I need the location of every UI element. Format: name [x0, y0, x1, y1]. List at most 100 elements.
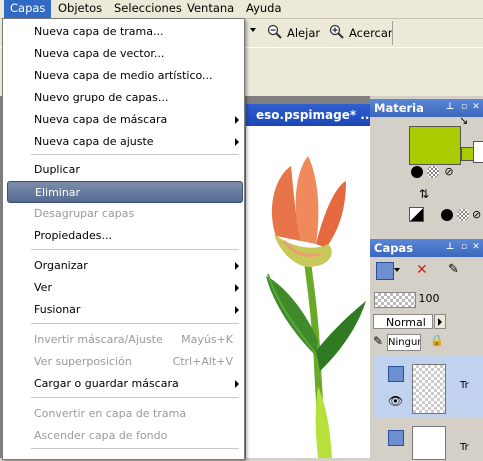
- menu-item-view-overlay: Ver superposición Ctrl+Alt+V: [4, 351, 243, 373]
- menubar-ventana[interactable]: Ventana: [181, 0, 240, 18]
- tulip-image: [266, 156, 366, 459]
- layers-panel-title: Capas ⊥ ▫ ✕: [370, 239, 483, 257]
- new-layer-dropdown-icon[interactable]: [394, 268, 400, 272]
- menu-item-label: Nuevo grupo de capas...: [34, 91, 169, 104]
- layers-float-icon[interactable]: ▫: [459, 242, 469, 253]
- layer-row[interactable]: 👁 Tr: [374, 356, 483, 418]
- document-title[interactable]: eso.pspimage* ...: [246, 104, 380, 126]
- layer-type-icon: [388, 366, 404, 382]
- zoom-in-icon[interactable]: [329, 24, 344, 39]
- menu-item-view[interactable]: Ver: [4, 277, 243, 299]
- image-canvas[interactable]: [246, 126, 370, 459]
- brush-icon: ✎: [373, 334, 384, 348]
- blend-mode-select[interactable]: Normal: [373, 314, 433, 329]
- menu-item-delete[interactable]: Eliminar: [7, 181, 243, 203]
- opacity-preview: [374, 292, 416, 308]
- menu-item-load-save-mask[interactable]: Cargar o guardar máscara: [4, 373, 243, 395]
- new-layer-icon[interactable]: [376, 262, 394, 280]
- layer-type-icon: [388, 430, 404, 446]
- menubar-selecciones[interactable]: Selecciones: [108, 0, 188, 18]
- menubar-objetos[interactable]: Objetos: [52, 0, 108, 18]
- menu-item-label: Invertir máscara/Ajuste: [34, 333, 163, 346]
- zoom-in-button[interactable]: Acercar: [349, 23, 393, 43]
- menu-separator: [31, 448, 239, 449]
- menu-item-label: Nueva capa de vector...: [34, 47, 165, 60]
- gradient-style-icon[interactable]: [427, 166, 439, 178]
- menu-item-label: Desagrupar capas: [34, 207, 135, 220]
- menu-item-label: Propiedades...: [34, 229, 112, 242]
- submenu-arrow-icon: [235, 262, 239, 270]
- layer-name: Tr: [460, 442, 469, 453]
- float-icon[interactable]: ▫: [459, 102, 469, 113]
- menu-item-duplicate[interactable]: Duplicar: [4, 159, 243, 181]
- menubar-ayuda[interactable]: Ayuda: [240, 0, 288, 18]
- menu-item-convert-to-raster: Convertir en capa de trama: [4, 403, 243, 425]
- menu-separator: [31, 154, 239, 155]
- lock-icon[interactable]: 🔒: [430, 334, 444, 348]
- menu-item-label: Organizar: [34, 259, 88, 272]
- eye-icon[interactable]: 👁: [388, 394, 403, 408]
- default-colors-icon[interactable]: [409, 207, 424, 222]
- menu-item-ungroup-layers: Desagrupar capas: [4, 203, 243, 225]
- menu-item-promote-background: Ascender capa de fondo: [4, 425, 243, 447]
- zoom-out-icon[interactable]: [267, 24, 282, 39]
- menu-item-label: Nueva capa de ajuste: [34, 135, 154, 148]
- menu-item-shortcut: Ctrl+Alt+V: [172, 355, 233, 368]
- menu-item-shortcut: Mayús+K: [181, 333, 233, 346]
- submenu-arrow-icon: [235, 284, 239, 292]
- submenu-arrow-icon: [235, 116, 239, 124]
- layer-properties-icon[interactable]: ✎: [448, 262, 464, 278]
- menu-item-new-layer-group[interactable]: Nuevo grupo de capas...: [4, 87, 243, 109]
- toolbar-divider: [392, 21, 393, 45]
- submenu-arrow-icon: [235, 380, 239, 388]
- layers-title-label: Capas: [374, 241, 414, 255]
- foreground-swatch[interactable]: [409, 126, 461, 165]
- menu-item-new-adjustment-layer[interactable]: Nueva capa de ajuste: [4, 131, 243, 153]
- pin-icon[interactable]: ⊥: [445, 102, 455, 113]
- menu-item-new-art-media-layer[interactable]: Nueva capa de medio artístico...: [4, 65, 243, 87]
- menu-separator: [31, 249, 239, 250]
- menu-separator: [31, 397, 239, 398]
- background-swatch[interactable]: [473, 141, 483, 163]
- menu-item-arrange[interactable]: Organizar: [4, 255, 243, 277]
- menu-item-new-mask-layer[interactable]: Nueva capa de máscara: [4, 109, 243, 131]
- menu-item-label: Cargar o guardar máscara: [34, 377, 179, 390]
- bg-no-color-icon[interactable]: ⊘: [472, 209, 483, 221]
- layers-pin-icon[interactable]: ⊥: [445, 242, 455, 253]
- layer-row[interactable]: Tr: [374, 420, 483, 460]
- layer-thumbnail: [412, 364, 446, 414]
- menu-item-label: Ver superposición: [34, 355, 132, 368]
- submenu-arrow-icon: [235, 306, 239, 314]
- menu-item-label: Fusionar: [34, 303, 81, 316]
- menu-item-merge[interactable]: Fusionar: [4, 299, 243, 321]
- blend-mode-dropdown[interactable]: [434, 314, 446, 329]
- bg-color-style-icon[interactable]: [441, 209, 453, 221]
- menu-item-new-raster-layer[interactable]: Nueva capa de trama...: [4, 21, 243, 43]
- layer-thumbnail: [412, 426, 446, 460]
- bg-gradient-style-icon[interactable]: [457, 209, 469, 221]
- opacity-value[interactable]: 100: [414, 292, 444, 306]
- materials-title-label: Materia: [374, 101, 424, 115]
- menu-item-properties[interactable]: Propiedades...: [4, 225, 243, 247]
- layer-name: Tr: [460, 380, 469, 391]
- menu-bar: Capas Objetos Selecciones Ventana Ayuda: [0, 0, 483, 19]
- menu-item-label: Nueva capa de medio artístico...: [34, 69, 213, 82]
- delete-layer-icon[interactable]: ✕: [416, 262, 432, 278]
- swap-materials-icon[interactable]: ⇅: [419, 187, 431, 201]
- layers-close-icon[interactable]: ✕: [471, 242, 481, 253]
- zoom-out-button[interactable]: Alejar: [287, 23, 320, 43]
- menu-item-label: Ver: [34, 281, 52, 294]
- close-icon[interactable]: ✕: [471, 102, 481, 113]
- menu-item-new-vector-layer[interactable]: Nueva capa de vector...: [4, 43, 243, 65]
- color-style-icon[interactable]: [411, 166, 423, 178]
- mask-select[interactable]: Ningun: [387, 334, 421, 351]
- swap-colors-icon[interactable]: ↘: [459, 115, 471, 127]
- menu-item-label: Nueva capa de trama...: [34, 25, 164, 38]
- menubar-capas[interactable]: Capas: [4, 0, 52, 18]
- menu-item-invert-mask: Invertir máscara/Ajuste Mayús+K: [4, 329, 243, 351]
- submenu-arrow-icon: [235, 138, 239, 146]
- dropdown-arrow-icon[interactable]: [250, 28, 256, 32]
- capas-menu: Nueva capa de trama... Nueva capa de vect…: [2, 18, 245, 460]
- no-color-icon[interactable]: ⊘: [443, 166, 455, 178]
- chevron-right-icon: [438, 318, 442, 326]
